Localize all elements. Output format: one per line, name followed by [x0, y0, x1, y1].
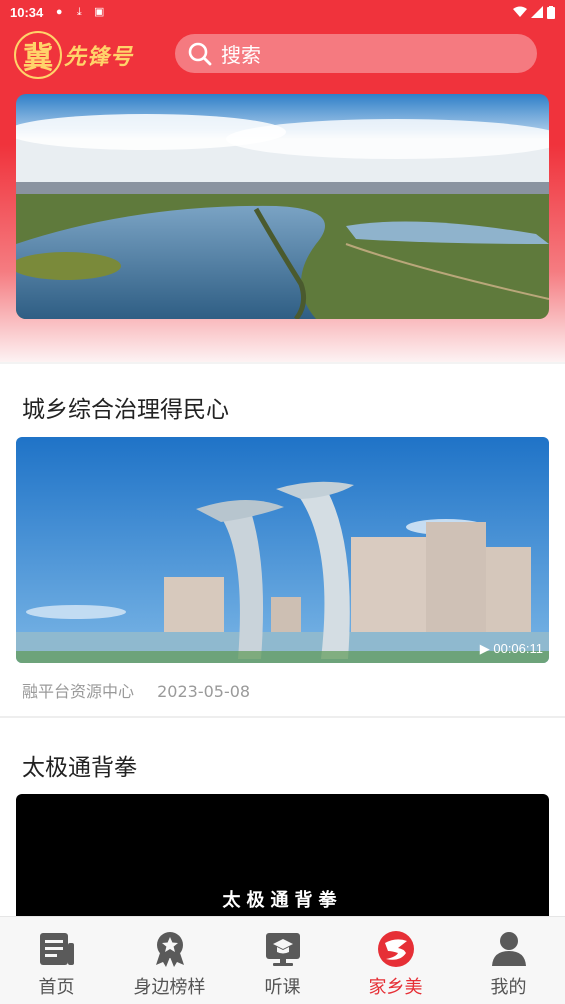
tab-label: 家乡美	[368, 977, 423, 998]
signal-icon	[531, 6, 543, 18]
hometown-icon	[377, 931, 414, 967]
article-title[interactable]: 太极通背拳	[22, 748, 137, 782]
play-icon: ▶	[479, 641, 494, 656]
app-logo: 冀 先锋号	[14, 30, 164, 80]
video-duration: ▶ 00:06:11	[480, 641, 543, 657]
article-title[interactable]: 城乡综合治理得民心	[22, 390, 229, 424]
banner-carousel[interactable]	[16, 94, 549, 319]
logo-emblem: 冀	[14, 31, 62, 79]
article-date: 2023-05-08	[157, 682, 251, 701]
article-source: 融平台资源中心	[22, 682, 135, 701]
tab-mine[interactable]: 我的	[452, 917, 565, 1004]
status-bar: 10:34 ● ⤓ ▣	[0, 0, 565, 24]
download-icon: ⤓	[76, 6, 82, 18]
section-divider	[0, 362, 565, 364]
video-cover-text: 太极通背拳	[222, 890, 343, 911]
bottom-tab-bar: 首页 身边榜样 听课 家乡美 我的	[0, 916, 565, 1004]
wifi-icon	[513, 6, 527, 17]
tab-role-models[interactable]: 身边榜样	[113, 917, 226, 1004]
tab-label: 首页	[38, 977, 75, 998]
tab-label: 听课	[264, 977, 301, 998]
app-notification-icon: ●	[55, 6, 63, 18]
tab-label: 我的	[490, 977, 527, 998]
search-bar[interactable]: 搜索	[175, 34, 537, 73]
tab-label: 身边榜样	[133, 977, 206, 998]
banner-image	[16, 94, 549, 319]
news-icon	[39, 933, 74, 965]
duration-text: 00:06:11	[493, 641, 543, 656]
tab-lectures[interactable]: 听课	[226, 917, 339, 1004]
medal-icon	[155, 932, 184, 967]
tab-hometown[interactable]: 家乡美	[339, 917, 452, 1004]
video-thumbnail[interactable]: 太极通背拳	[16, 794, 549, 916]
app-header: 冀 先锋号 搜索	[0, 28, 565, 80]
lecture-icon	[265, 933, 300, 966]
app-a-icon: ▣	[94, 6, 105, 18]
logo-text: 先锋号	[64, 44, 134, 70]
tab-home[interactable]: 首页	[0, 917, 113, 1004]
user-icon	[491, 932, 526, 966]
status-time: 10:34	[10, 4, 44, 20]
search-placeholder: 搜索	[221, 43, 261, 67]
battery-icon	[547, 5, 555, 19]
video-cover-image	[16, 437, 549, 663]
article-separator	[0, 716, 565, 718]
search-icon	[188, 42, 212, 65]
article-meta: 融平台资源中心 2023-05-08	[22, 678, 250, 702]
video-thumbnail[interactable]: ▶ 00:06:11	[16, 437, 549, 663]
